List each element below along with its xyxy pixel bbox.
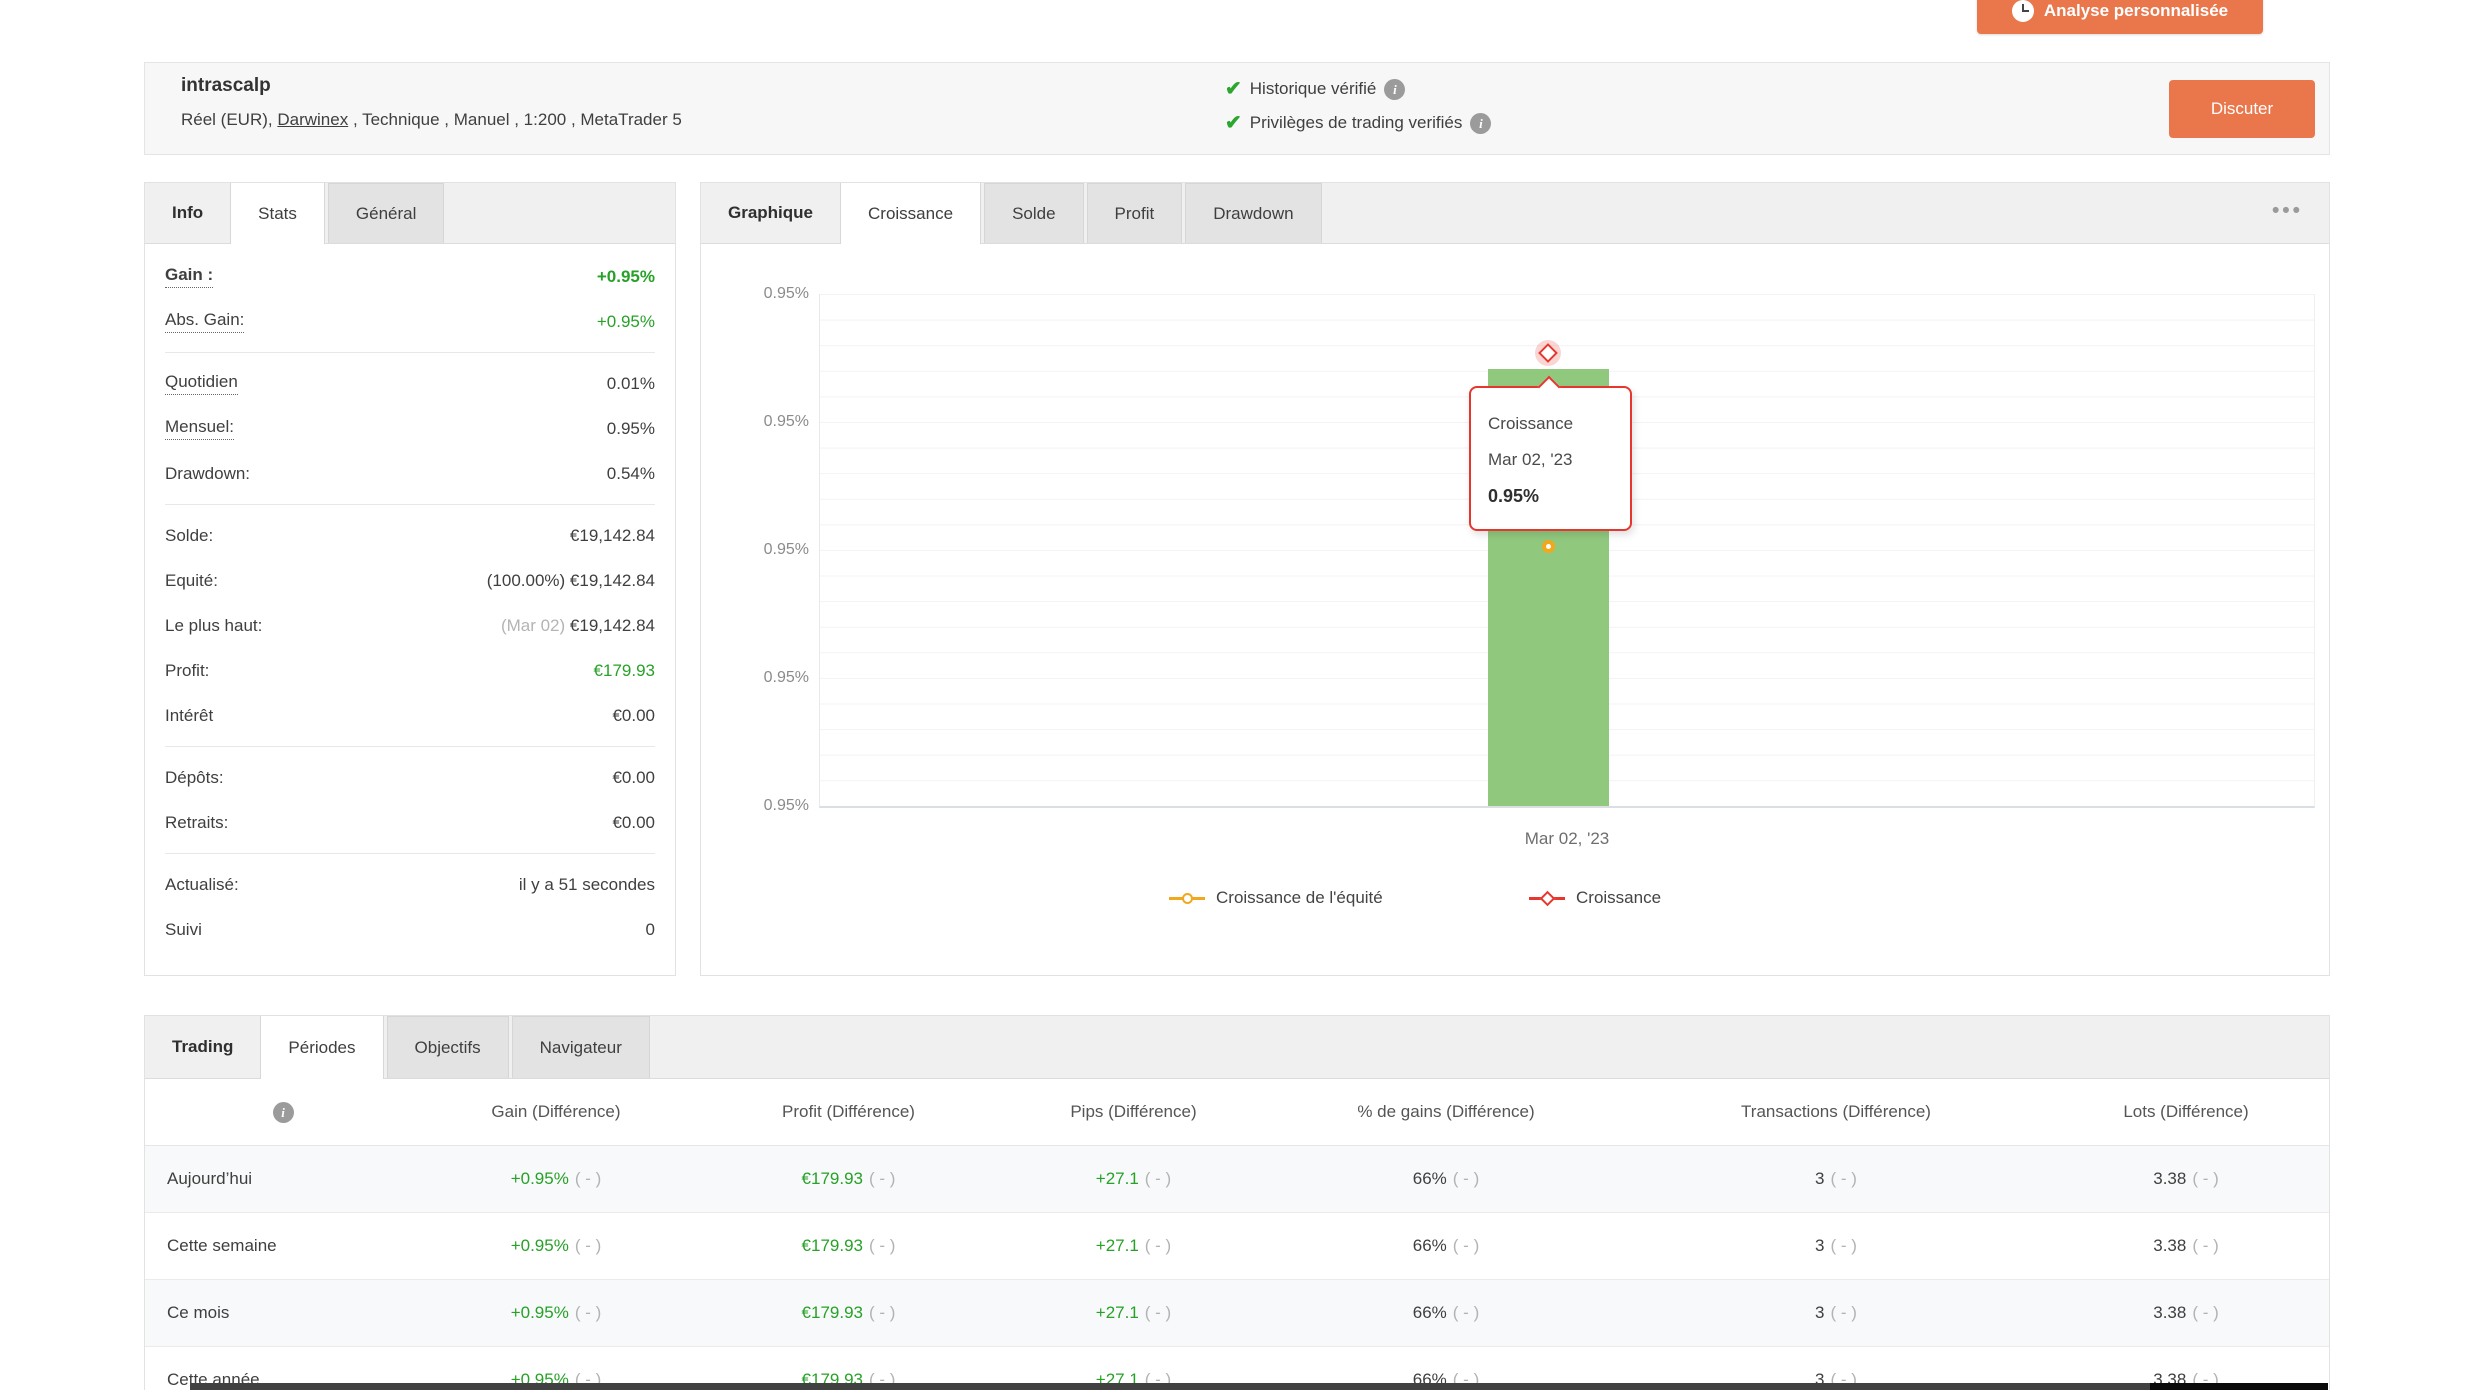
header-transactions: Transactions (Différence) xyxy=(1631,1102,2041,1122)
y-axis-tick: 0.95% xyxy=(703,285,809,303)
header-gain: Gain (Différence) xyxy=(421,1102,691,1122)
divider xyxy=(165,853,655,854)
bottom-edge-bar-dark-segment xyxy=(2150,1383,2328,1390)
equity-dot-marker xyxy=(1542,540,1555,553)
stat-row-profit: Profit: €179.93 xyxy=(165,648,655,693)
header-profit: Profit (Différence) xyxy=(691,1102,1006,1122)
stat-row-suivi: Suivi 0 xyxy=(165,907,655,952)
stat-row-mensuel: Mensuel: 0.95% xyxy=(165,406,655,451)
date-note: (Mar 02) xyxy=(501,616,570,635)
header-winrate: % de gains (Différence) xyxy=(1261,1102,1631,1122)
tab-trading[interactable]: Trading xyxy=(145,1016,260,1078)
verification-privileges-label: Privilèges de trading verifiés xyxy=(1250,113,1463,133)
legend-croissance-equite[interactable]: Croissance de l'équité xyxy=(1169,885,1383,911)
header-pips: Pips (Différence) xyxy=(1006,1102,1261,1122)
info-icon[interactable]: i xyxy=(1470,113,1491,134)
analyse-personnalisee-button[interactable]: Analyse personnalisée xyxy=(1977,0,2263,34)
tab-solde[interactable]: Solde xyxy=(984,183,1083,243)
tab-periodes[interactable]: Périodes xyxy=(260,1016,383,1079)
tab-stats[interactable]: Stats xyxy=(230,183,325,244)
page: Analyse personnalisée intrascalp Réel (E… xyxy=(0,0,2479,1390)
tooltip-value: 0.95% xyxy=(1488,478,1630,514)
stat-row-interet: Intérêt €0.00 xyxy=(165,693,655,738)
tab-info[interactable]: Info xyxy=(145,183,230,243)
yellow-line-marker-icon xyxy=(1169,897,1205,900)
stat-row-le-plus-haut: Le plus haut: (Mar 02) €19,142.84 xyxy=(165,603,655,648)
divider xyxy=(165,746,655,747)
broker-link[interactable]: Darwinex xyxy=(277,110,348,129)
verification-row-history: ✔ Historique vérifié i xyxy=(1225,72,1491,106)
info-icon[interactable]: i xyxy=(273,1102,294,1123)
verification-history-label: Historique vérifié xyxy=(1250,79,1377,99)
chart-card: Graphique Croissance Solde Profit Drawdo… xyxy=(700,182,2330,976)
tab-objectifs[interactable]: Objectifs xyxy=(387,1016,509,1078)
table-row-aujourdhui: Aujourd’hui +0.95%( - ) €179.93( - ) +27… xyxy=(145,1146,2329,1213)
table-row-ce-mois: Ce mois +0.95%( - ) €179.93( - ) +27.1( … xyxy=(145,1280,2329,1347)
tooltip-title: Croissance xyxy=(1488,406,1630,442)
legend-growth-label: Croissance xyxy=(1576,888,1661,908)
table-row-cette-semaine: Cette semaine +0.95%( - ) €179.93( - ) +… xyxy=(145,1213,2329,1280)
legend-equity-label: Croissance de l'équité xyxy=(1216,888,1383,908)
tab-general[interactable]: Général xyxy=(328,183,444,243)
header-lots: Lots (Différence) xyxy=(2041,1102,2331,1122)
x-axis-label: Mar 02, '23 xyxy=(1467,829,1667,849)
legend-croissance[interactable]: Croissance xyxy=(1529,885,1661,911)
divider xyxy=(165,504,655,505)
tab-drawdown[interactable]: Drawdown xyxy=(1185,183,1321,243)
y-axis-tick: 0.95% xyxy=(703,541,809,559)
stat-row-depots: Dépôts: €0.00 xyxy=(165,755,655,800)
stat-row-actualise: Actualisé: il y a 51 secondes xyxy=(165,862,655,907)
divider xyxy=(165,352,655,353)
check-icon: ✔ xyxy=(1225,113,1242,133)
y-axis-tick: 0.95% xyxy=(703,797,809,815)
account-type: Réel (EUR), xyxy=(181,110,277,129)
stats-list: Gain : +0.95% Abs. Gain: +0.95% Quotidie… xyxy=(145,244,675,952)
stat-row-drawdown: Drawdown: 0.54% xyxy=(165,451,655,496)
tab-croissance[interactable]: Croissance xyxy=(840,183,981,244)
account-details: , Technique , Manuel , 1:200 , MetaTrade… xyxy=(348,110,682,129)
trading-tabbar: Trading Périodes Objectifs Navigateur xyxy=(145,1016,2329,1079)
tab-graphique[interactable]: Graphique xyxy=(701,183,840,243)
stat-row-solde: Solde: €19,142.84 xyxy=(165,513,655,558)
account-subtitle: Réel (EUR), Darwinex , Technique , Manue… xyxy=(181,110,682,130)
stats-tabbar: Info Stats Général xyxy=(145,183,675,244)
trading-card: Trading Périodes Objectifs Navigateur i … xyxy=(144,1015,2330,1390)
tab-profit[interactable]: Profit xyxy=(1087,183,1183,243)
chart-menu-ellipsis-icon[interactable]: ••• xyxy=(2272,199,2303,223)
header-info-cell: i xyxy=(145,1102,421,1123)
y-axis-tick: 0.95% xyxy=(703,413,809,431)
stats-card: Info Stats Général Gain : +0.95% Abs. Ga… xyxy=(144,182,676,976)
stat-row-retraits: Retraits: €0.00 xyxy=(165,800,655,845)
growth-chart-plot-area: Croissance Mar 02, '23 0.95% xyxy=(819,294,2315,808)
bottom-edge-bar xyxy=(190,1383,2327,1390)
stat-row-abs-gain: Abs. Gain: +0.95% xyxy=(165,299,655,344)
account-header-card: intrascalp Réel (EUR), Darwinex , Techni… xyxy=(144,62,2330,155)
stat-row-gain: Gain : +0.95% xyxy=(165,254,655,299)
analyse-button-label: Analyse personnalisée xyxy=(2044,1,2228,21)
chart-tooltip: Croissance Mar 02, '23 0.95% xyxy=(1469,386,1632,531)
info-icon[interactable]: i xyxy=(1384,79,1405,100)
check-icon: ✔ xyxy=(1225,79,1242,99)
y-axis-tick: 0.95% xyxy=(703,669,809,687)
verification-block: ✔ Historique vérifié i ✔ Privilèges de t… xyxy=(1225,72,1491,140)
tab-navigateur[interactable]: Navigateur xyxy=(512,1016,650,1078)
red-diamond-marker-icon xyxy=(1529,897,1565,900)
chart-tabbar: Graphique Croissance Solde Profit Drawdo… xyxy=(701,183,2329,244)
stat-row-quotidien: Quotidien 0.01% xyxy=(165,361,655,406)
verification-row-privileges: ✔ Privilèges de trading verifiés i xyxy=(1225,106,1491,140)
discuter-button[interactable]: Discuter xyxy=(2169,80,2315,138)
clock-icon xyxy=(2012,0,2034,22)
periods-table-header: i Gain (Différence) Profit (Différence) … xyxy=(145,1079,2329,1146)
stat-row-equite: Equité: (100.00%) €19,142.84 xyxy=(165,558,655,603)
account-name: intrascalp xyxy=(181,75,271,97)
tooltip-date: Mar 02, '23 xyxy=(1488,442,1630,478)
